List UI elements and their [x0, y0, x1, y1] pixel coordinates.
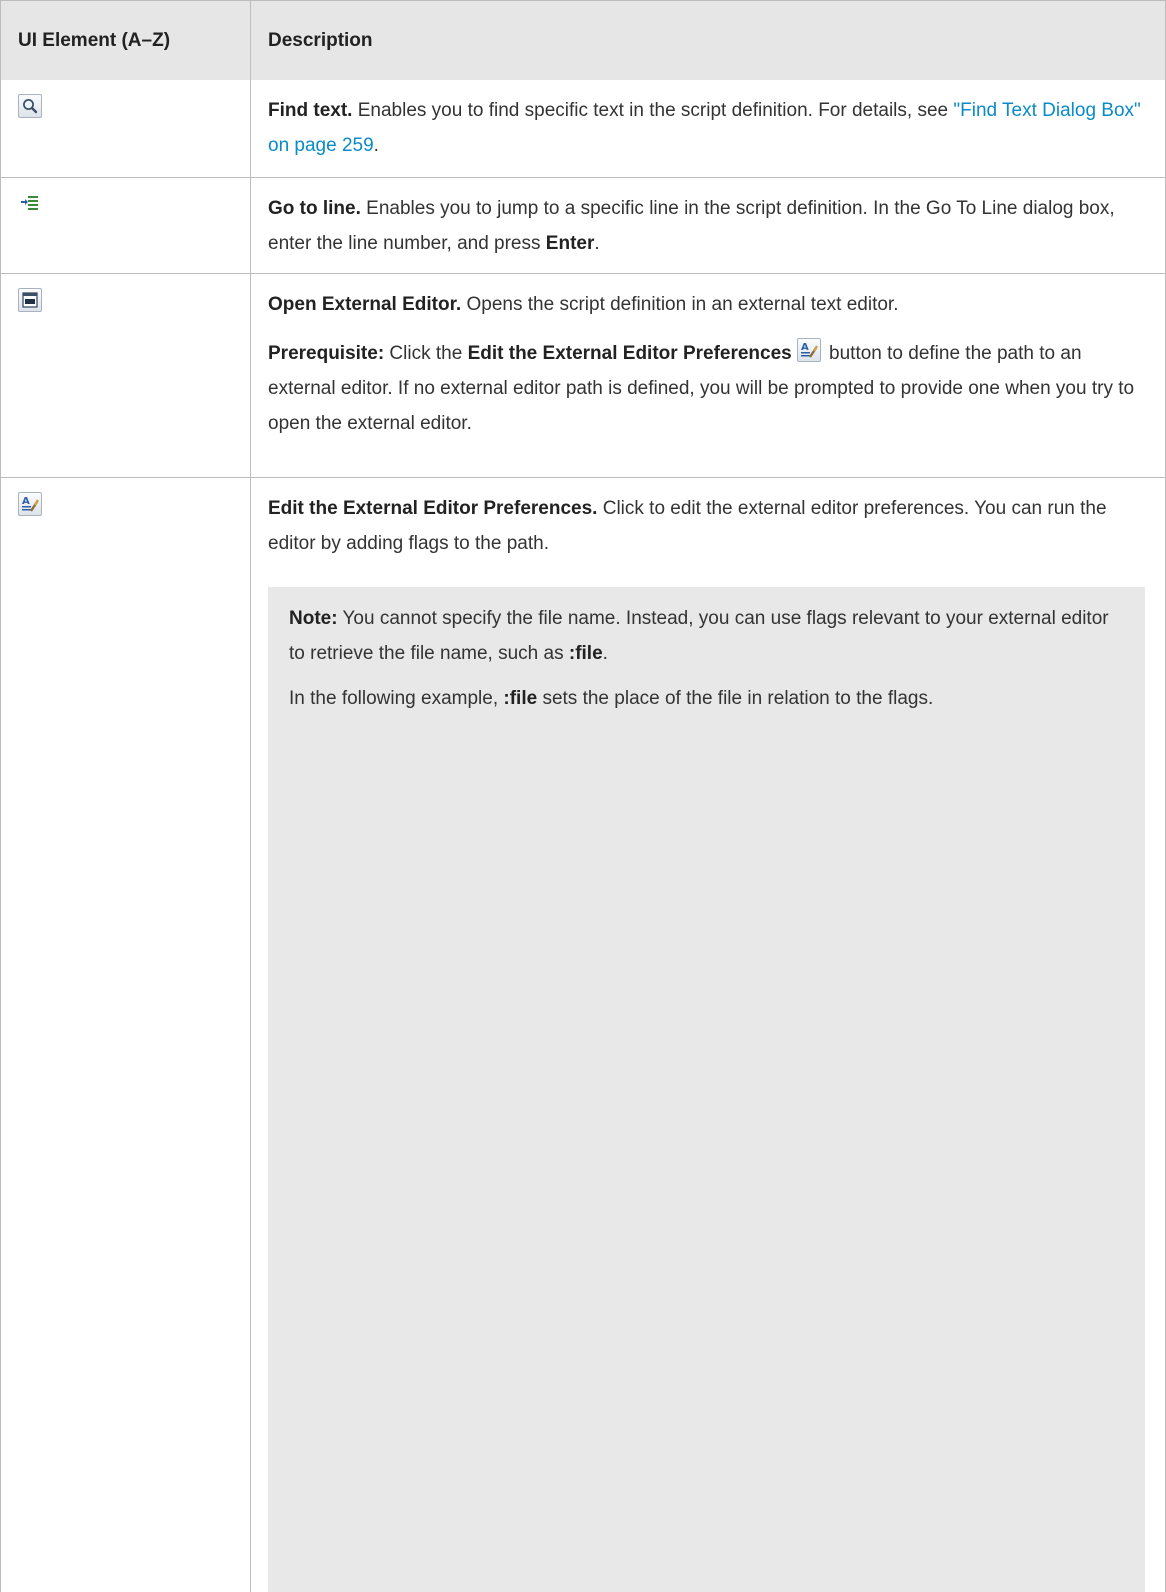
ui-element-cell: [1, 80, 251, 177]
note-box: Note: You cannot specify the file name. …: [268, 587, 1145, 1592]
table-row: Go to line. Enables you to jump to a spe…: [1, 177, 1166, 273]
svg-text:A: A: [801, 342, 809, 353]
ui-element-cell: [1, 177, 251, 273]
note-tail: .: [603, 643, 608, 664]
row-title: Open External Editor.: [268, 294, 461, 315]
go-to-line-icon: [18, 192, 42, 216]
row-tail: .: [374, 135, 379, 156]
example-pre: In the following example,: [289, 688, 503, 709]
description-cell: Go to line. Enables you to jump to a spe…: [251, 177, 1166, 273]
edit-external-editor-preferences-icon: A: [797, 338, 821, 362]
table-header-row: UI Element (A–Z) Description: [1, 1, 1166, 81]
row-title: Find text.: [268, 100, 352, 121]
prerequisite-bold: Edit the External Editor Preferences: [468, 343, 792, 364]
note-label: Note:: [289, 608, 338, 629]
note-file-flag: :file: [569, 643, 603, 664]
header-description: Description: [251, 1, 1166, 81]
enter-key-label: Enter: [546, 233, 595, 254]
find-text-icon: [18, 94, 42, 118]
description-cell: Find text. Enables you to find specific …: [251, 80, 1166, 177]
svg-text:A: A: [22, 496, 30, 507]
edit-external-editor-preferences-icon: A: [18, 492, 42, 516]
row-text: Opens the script definition in an extern…: [461, 294, 898, 315]
row-text: Enables you to jump to a specific line i…: [268, 198, 1115, 254]
row-title: Edit the External Editor Preferences.: [268, 498, 597, 519]
table-row: Find text. Enables you to find specific …: [1, 80, 1166, 177]
prerequisite-label: Prerequisite:: [268, 343, 384, 364]
ui-element-cell: A: [1, 477, 251, 1592]
ui-elements-table: UI Element (A–Z) Description Find text. …: [0, 0, 1166, 1592]
description-cell: Edit the External Editor Preferences. Cl…: [251, 477, 1166, 1592]
description-cell: Open External Editor. Opens the script d…: [251, 273, 1166, 477]
example-file-flag: :file: [503, 688, 537, 709]
table-row: A Edit the External Editor Preferences. …: [1, 477, 1166, 1592]
header-ui-element: UI Element (A–Z): [1, 1, 251, 81]
note-text: You cannot specify the file name. Instea…: [289, 608, 1109, 664]
table-row: Open External Editor. Opens the script d…: [1, 273, 1166, 477]
open-external-editor-icon: [18, 288, 42, 312]
row-tail: .: [594, 233, 599, 254]
row-title: Go to line.: [268, 198, 361, 219]
ui-element-cell: [1, 273, 251, 477]
example-post: sets the place of the file in relation t…: [537, 688, 933, 709]
prerequisite-pre: Click the: [384, 343, 467, 364]
row-text: Enables you to find specific text in the…: [352, 100, 953, 121]
